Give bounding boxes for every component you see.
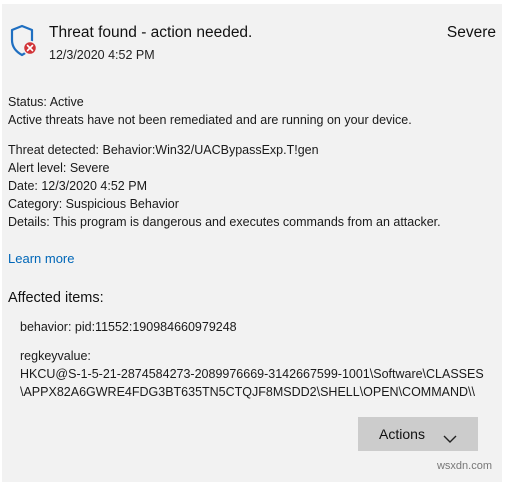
affected-item-regkey-path: HKCU@S-1-5-21-2874584273-2089976669-3142… [20, 367, 484, 381]
threat-category: Category: Suspicious Behavior [8, 197, 179, 211]
actions-button[interactable]: Actions [358, 417, 478, 451]
threat-panel: Threat found - action needed. Severe 12/… [2, 4, 502, 482]
shield-alert-icon [9, 24, 39, 58]
affected-item-behavior: behavior: pid:11552:190984660979248 [20, 320, 237, 334]
threat-detected: Threat detected: Behavior:Win32/UACBypas… [8, 143, 319, 157]
status-description: Active threats have not been remediated … [8, 113, 412, 127]
alert-level: Alert level: Severe [8, 161, 110, 175]
threat-date: Date: 12/3/2020 4:52 PM [8, 179, 147, 193]
chevron-down-icon [443, 430, 457, 443]
affected-item-regkey-label: regkeyvalue: [20, 349, 91, 363]
threat-timestamp: 12/3/2020 4:52 PM [49, 48, 155, 62]
watermark: wsxdn.com [436, 460, 492, 472]
affected-item-regkey-path-cont: \APPX82A6GWRE4FDG3BT635TN5CTQJF8MSDD2\SH… [20, 385, 475, 399]
threat-details: Details: This program is dangerous and e… [8, 215, 441, 229]
threat-title: Threat found - action needed. [49, 24, 253, 41]
learn-more-link[interactable]: Learn more [8, 251, 74, 266]
actions-button-label: Actions [379, 426, 425, 442]
severity-label: Severe [446, 24, 496, 41]
affected-items-heading: Affected items: [8, 290, 104, 306]
status-line: Status: Active [8, 95, 84, 109]
